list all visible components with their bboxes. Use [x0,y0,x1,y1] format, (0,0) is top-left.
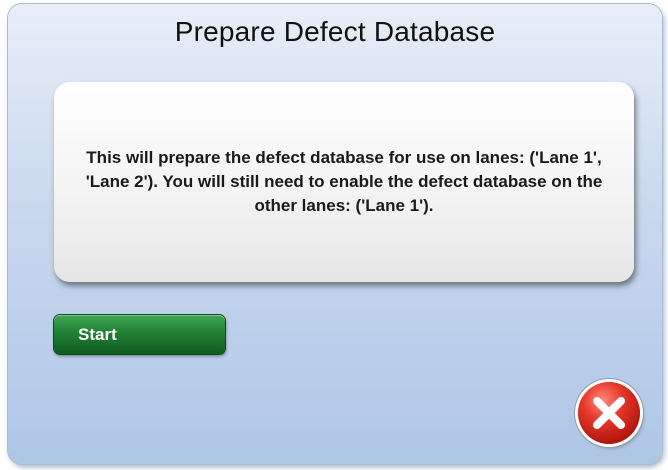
message-text: This will prepare the defect database fo… [85,148,603,215]
close-x-icon [592,396,626,430]
prepare-defect-database-dialog: Prepare Defect Database This will prepar… [8,4,662,464]
close-button[interactable] [578,382,640,444]
dialog-title: Prepare Defect Database [174,16,496,47]
start-button-label: Start [78,324,117,344]
message-panel: This will prepare the defect database fo… [54,82,634,282]
start-button[interactable]: Start [54,315,225,354]
